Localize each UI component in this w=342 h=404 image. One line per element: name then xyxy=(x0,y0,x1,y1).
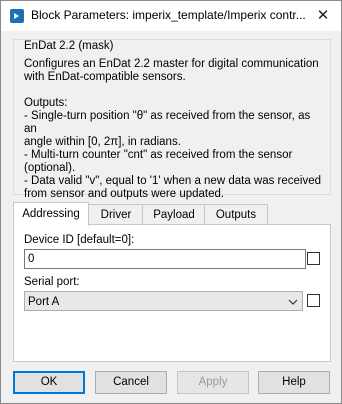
tab-bar: Addressing Driver Payload Outputs xyxy=(13,202,329,226)
tab-addressing[interactable]: Addressing xyxy=(13,202,89,226)
cancel-button[interactable]: Cancel xyxy=(95,371,167,394)
addressing-panel: Device ID [default=0]: 0 Serial port: Po… xyxy=(13,224,331,362)
description-text: Configures an EnDat 2.2 master for digit… xyxy=(24,58,319,83)
block-parameters-dialog: Block Parameters: imperix_template/Imper… xyxy=(0,0,342,404)
output-line: - Multi-turn counter "cnt" as received f… xyxy=(24,149,293,161)
help-button[interactable]: Help xyxy=(258,371,330,394)
title-bar[interactable]: Block Parameters: imperix_template/Imper… xyxy=(1,1,341,31)
output-line: (optional). xyxy=(24,162,76,174)
outputs-heading: Outputs: xyxy=(24,97,68,109)
group-label: EnDat 2.2 (mask) xyxy=(22,40,116,52)
device-id-label: Device ID [default=0]: xyxy=(24,234,135,246)
mask-description: Configures an EnDat 2.2 master for digit… xyxy=(24,58,324,201)
output-line: - Single-turn position "θ" as received f… xyxy=(24,110,311,135)
mask-description-group: EnDat 2.2 (mask) Configures an EnDat 2.2… xyxy=(13,39,331,200)
apply-button[interactable]: Apply xyxy=(177,371,249,394)
output-line: angle within [0, 2π], in radians. xyxy=(24,136,181,148)
tab-driver[interactable]: Driver xyxy=(88,204,144,225)
output-line: - Data valid "v", equal to '1' when a ne… xyxy=(24,175,322,187)
window-title: Block Parameters: imperix_template/Imper… xyxy=(31,8,306,22)
device-id-input[interactable]: 0 xyxy=(24,249,306,269)
simulink-block-icon xyxy=(10,9,24,23)
serial-port-select[interactable]: Port A xyxy=(24,291,303,311)
serial-port-value: Port A xyxy=(28,296,60,308)
ok-button[interactable]: OK xyxy=(13,371,85,394)
close-icon[interactable]: ✕ xyxy=(305,1,341,31)
serial-port-checkbox[interactable] xyxy=(307,294,320,307)
serial-port-label: Serial port: xyxy=(24,276,80,288)
device-id-checkbox[interactable] xyxy=(307,252,320,265)
tab-outputs[interactable]: Outputs xyxy=(204,204,268,225)
chevron-down-icon xyxy=(288,292,298,319)
tab-payload[interactable]: Payload xyxy=(142,204,206,225)
output-line: from sensor and outputs were updated. xyxy=(24,188,225,200)
